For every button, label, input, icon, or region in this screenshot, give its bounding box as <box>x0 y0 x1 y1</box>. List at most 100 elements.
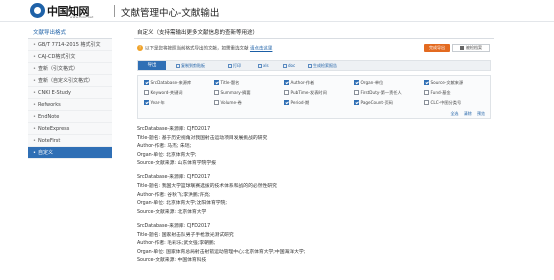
record-author: Author-作者: 马杰; 朱瑶; <box>137 144 192 150</box>
sidebar-item-estudy[interactable]: • CNKI E-Study <box>28 87 112 99</box>
sidebar-item-noteexpress[interactable]: • NoteExpress <box>28 123 112 135</box>
checkbox[interactable] <box>284 90 289 95</box>
field-label: FirstDuty-第一责任人 <box>360 90 402 95</box>
record-srcdatabase: SrcDatabase-来源库: CJFD2017 <box>137 175 211 181</box>
record-srcdatabase: SrcDatabase-来源库: CJFD2017 <box>137 223 211 229</box>
field-label: Keyword-关键词 <box>150 90 183 95</box>
top-header: 中国知网 www.cnki.net 文献管理中心-文献输出 <box>0 0 554 22</box>
sidebar-item-custom[interactable]: • 自定义 <box>28 147 112 159</box>
checkbox[interactable] <box>144 100 149 105</box>
word-icon <box>283 63 287 68</box>
clear-link[interactable]: 清除 <box>464 111 472 116</box>
checkbox[interactable] <box>424 90 429 95</box>
doc-button[interactable]: doc <box>283 63 295 68</box>
sidebar-item-label: NoteFirst <box>38 138 61 144</box>
field-label: Title-题名 <box>220 80 240 85</box>
export-records: SrcDatabase-来源库: CJFD2017 Title-题名: 基于历史… <box>137 126 491 271</box>
record-author: Author-作者: 谷秋飞;李洪鹏;许亮; <box>137 192 211 198</box>
copy-label: 复制到剪贴板 <box>181 63 205 68</box>
preview-link[interactable]: 预览 <box>477 111 485 116</box>
checkbox[interactable] <box>284 80 289 85</box>
sidebar-item-notefirst[interactable]: • NoteFirst <box>28 135 112 147</box>
sidebar-item-gbt7714[interactable]: • GB/T 7714-2015 格式引文 <box>28 39 112 51</box>
finish-export-button[interactable]: 完成导出 <box>424 44 450 52</box>
field-organ[interactable]: Organ-单位 <box>354 80 383 86</box>
field-selection-panel: SrcDatabase-来源库 Title-题名 Author-作者 Organ… <box>137 75 491 119</box>
field-source[interactable]: Source-文献来源 <box>424 80 463 86</box>
field-keyword[interactable]: Keyword-关键词 <box>144 90 182 96</box>
xls-label: xls <box>263 63 269 68</box>
field-fund[interactable]: Fund-基金 <box>424 90 451 96</box>
field-label: SrcDatabase-来源库 <box>150 80 192 85</box>
export-toolbar: 导出 复制到剪贴板 打印 xls doc 生成检索报告 <box>137 60 491 71</box>
sidebar-title: 文献导出格式 <box>28 28 112 39</box>
copy-to-clipboard-button[interactable]: 复制到剪贴板 <box>176 63 205 69</box>
record-organ: Organ-单位: 北京体育大学; <box>137 152 197 158</box>
record-title: Title-题名: 国家射击队男子手枪激光测试研究 <box>137 232 234 238</box>
field-author[interactable]: Author-作者 <box>284 80 314 86</box>
batch-archive-button[interactable]: 被检档案 <box>452 44 490 52</box>
field-clc[interactable]: CLC-中图分类号 <box>424 100 461 106</box>
reselect-link[interactable]: 请点击这里 <box>250 47 273 52</box>
export-button[interactable]: 导出 <box>138 61 166 70</box>
export-format-sidebar: 文献导出格式 • GB/T 7714-2015 格式引文 • CAJ-CD格式引文 … <box>28 28 112 203</box>
field-firstduty[interactable]: FirstDuty-第一责任人 <box>354 90 402 96</box>
field-volume[interactable]: Volume-卷 <box>214 100 242 106</box>
field-srcdatabase[interactable]: SrcDatabase-来源库 <box>144 80 191 86</box>
sidebar-item-endnote[interactable]: • EndNote <box>28 111 112 123</box>
field-year[interactable]: Year-年 <box>144 100 165 106</box>
sidebar-item-label: EndNote <box>38 114 60 120</box>
checkbox[interactable] <box>354 80 359 85</box>
field-label: Source-文献来源 <box>430 80 464 85</box>
checkbox[interactable] <box>424 80 429 85</box>
record-title: Title-题名: 我国大学篮球联赛选拔的技术体系和战的的必然性研究 <box>137 184 277 190</box>
sidebar-item-label: GB/T 7714-2015 格式引文 <box>38 42 101 48</box>
clipboard-icon <box>176 63 180 68</box>
field-title[interactable]: Title-题名 <box>214 80 239 86</box>
record-organ: Organ-单位: 北京体育大学;沈阳体育学院; <box>137 201 227 207</box>
record-source: Source-文献来源: 山东体育学院学报 <box>137 161 216 167</box>
sidebar-item-refworks[interactable]: • Refworks <box>28 99 112 111</box>
field-summary[interactable]: Summary-摘要 <box>214 90 251 96</box>
field-pagecount[interactable]: PageCount-页码 <box>354 100 393 106</box>
generate-report-button[interactable]: 生成检索报告 <box>308 63 337 69</box>
checkbox[interactable] <box>144 80 149 85</box>
checkbox[interactable] <box>214 90 219 95</box>
cnki-logo[interactable]: 中国知网 www.cnki.net <box>30 2 110 20</box>
print-label: 打印 <box>233 63 241 68</box>
record-source: Source-文献来源: 中国体育科技 <box>137 258 207 264</box>
archive-icon <box>460 46 464 50</box>
sidebar-item-label: CNKI E-Study <box>38 90 71 96</box>
sidebar-item-novelty-citation[interactable]: • 查新（引文格式） <box>28 63 112 75</box>
record-source: Source-文献来源: 北京体育大学 <box>137 209 207 215</box>
checkbox[interactable] <box>214 80 219 85</box>
checkbox[interactable] <box>354 100 359 105</box>
field-label: PubTime-发表时间 <box>290 90 327 95</box>
logo-url-text: www.cnki.net <box>70 15 94 19</box>
xls-button[interactable]: xls <box>258 63 269 68</box>
report-icon <box>308 63 312 68</box>
sidebar-item-cajcd[interactable]: • CAJ-CD格式引文 <box>28 51 112 63</box>
select-all-link[interactable]: 全选 <box>450 111 458 116</box>
panel-title: 自定义（支持需输出更多文献信息的查新等用途） <box>134 28 494 39</box>
print-button[interactable]: 打印 <box>228 63 241 69</box>
checkbox[interactable] <box>354 90 359 95</box>
checkbox[interactable] <box>144 90 149 95</box>
printer-icon <box>228 63 232 68</box>
sidebar-item-label: Refworks <box>38 102 61 108</box>
field-actions: 全选 清除 预览 <box>446 111 485 117</box>
checkbox[interactable] <box>214 100 219 105</box>
field-period[interactable]: Period-期 <box>284 100 309 106</box>
excel-icon <box>258 63 262 68</box>
field-label: Summary-摘要 <box>220 90 251 95</box>
report-label: 生成检索报告 <box>313 63 337 68</box>
doc-label: doc <box>288 63 296 68</box>
main-panel: 自定义（支持需输出更多文献信息的查新等用途） ! 以下是您将按照当前格式导出的文献… <box>134 28 494 280</box>
sidebar-item-novelty-custom[interactable]: • 查新（自定义引文格式） <box>28 75 112 87</box>
field-label: Author-作者 <box>290 80 315 85</box>
checkbox[interactable] <box>284 100 289 105</box>
batch-button-label: 被检档案 <box>466 45 482 50</box>
checkbox[interactable] <box>424 100 429 105</box>
field-pubtime[interactable]: PubTime-发表时间 <box>284 90 327 96</box>
sidebar-item-label: 自定义 <box>38 150 54 156</box>
